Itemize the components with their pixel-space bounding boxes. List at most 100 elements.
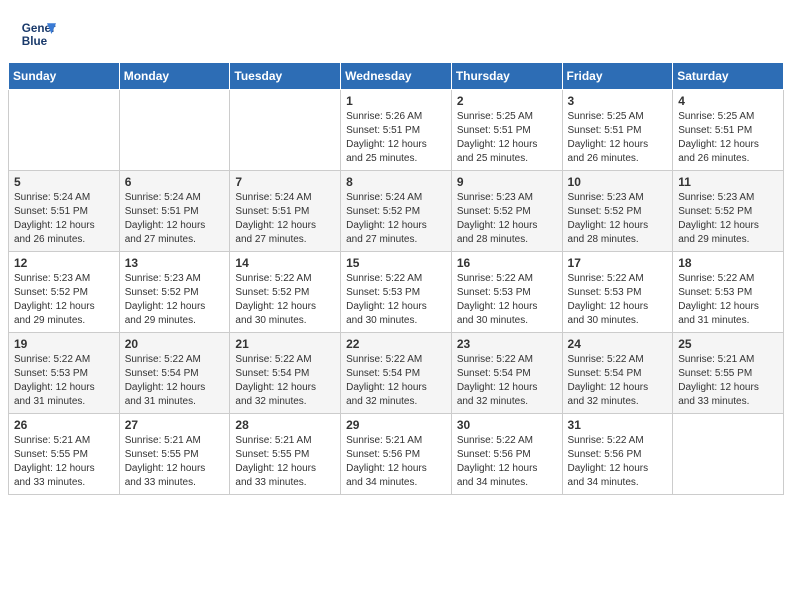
day-info: Sunrise: 5:22 AM Sunset: 5:54 PM Dayligh… [457, 353, 557, 409]
day-info: Sunrise: 5:21 AM Sunset: 5:55 PM Dayligh… [125, 434, 225, 490]
calendar-cell: 9 Sunrise: 5:23 AM Sunset: 5:52 PM Daylig… [451, 171, 562, 252]
day-info: Sunrise: 5:21 AM Sunset: 5:55 PM Dayligh… [678, 353, 778, 409]
day-info: Sunrise: 5:22 AM Sunset: 5:53 PM Dayligh… [14, 353, 114, 409]
calendar-cell: 10Sunrise: 5:23 AM Sunset: 5:52 PM Dayli… [562, 171, 673, 252]
calendar-cell [673, 414, 784, 495]
calendar-body: 1Sunrise: 5:26 AM Sunset: 5:51 PM Daylig… [9, 90, 784, 495]
calendar-cell: 17 Sunrise: 5:22 AM Sunset: 5:53 PM Dayli… [562, 252, 673, 333]
calendar-cell: 23 Sunrise: 5:22 AM Sunset: 5:54 PM Dayli… [451, 333, 562, 414]
day-number: 6 [125, 175, 225, 189]
day-info: Sunrise: 5:24 AM Sunset: 5:52 PM Dayligh… [346, 191, 446, 247]
day-number: 29 [346, 418, 446, 432]
calendar-cell: 31 Sunrise: 5:22 AM Sunset: 5:56 PM Dayli… [562, 414, 673, 495]
day-info: Sunrise: 5:22 AM Sunset: 5:52 PM Dayligh… [235, 272, 335, 328]
calendar-cell: 5Sunrise: 5:24 AM Sunset: 5:51 PM Daylig… [9, 171, 120, 252]
weekday-header-monday: Monday [119, 63, 230, 90]
day-number: 23 [457, 337, 557, 351]
day-info: Sunrise: 5:21 AM Sunset: 5:55 PM Dayligh… [14, 434, 114, 490]
day-info: Sunrise: 5:26 AM Sunset: 5:51 PM Dayligh… [346, 110, 446, 166]
calendar-cell: 25 Sunrise: 5:21 AM Sunset: 5:55 PM Dayli… [673, 333, 784, 414]
day-number: 5 [14, 175, 114, 189]
general-blue-logo-icon: General Blue [20, 16, 56, 52]
day-info: Sunrise: 5:22 AM Sunset: 5:53 PM Dayligh… [678, 272, 778, 328]
logo: General Blue [20, 16, 56, 52]
calendar-cell: 16 Sunrise: 5:22 AM Sunset: 5:53 PM Dayli… [451, 252, 562, 333]
calendar-cell: 28 Sunrise: 5:21 AM Sunset: 5:55 PM Dayli… [230, 414, 341, 495]
calendar-cell: 27 Sunrise: 5:21 AM Sunset: 5:55 PM Dayli… [119, 414, 230, 495]
weekday-header-friday: Friday [562, 63, 673, 90]
calendar-cell: 21 Sunrise: 5:22 AM Sunset: 5:54 PM Dayli… [230, 333, 341, 414]
day-info: Sunrise: 5:24 AM Sunset: 5:51 PM Dayligh… [235, 191, 335, 247]
calendar-cell: 29 Sunrise: 5:21 AM Sunset: 5:56 PM Dayli… [341, 414, 452, 495]
day-number: 4 [678, 94, 778, 108]
day-info: Sunrise: 5:22 AM Sunset: 5:56 PM Dayligh… [568, 434, 668, 490]
day-info: Sunrise: 5:23 AM Sunset: 5:52 PM Dayligh… [14, 272, 114, 328]
calendar-cell: 14 Sunrise: 5:22 AM Sunset: 5:52 PM Dayli… [230, 252, 341, 333]
calendar-week-5: 26 Sunrise: 5:21 AM Sunset: 5:55 PM Dayli… [9, 414, 784, 495]
calendar-cell: 3 Sunrise: 5:25 AM Sunset: 5:51 PM Daylig… [562, 90, 673, 171]
day-number: 14 [235, 256, 335, 270]
day-number: 27 [125, 418, 225, 432]
calendar-cell: 2 Sunrise: 5:25 AM Sunset: 5:51 PM Daylig… [451, 90, 562, 171]
day-number: 31 [568, 418, 668, 432]
day-number: 7 [235, 175, 335, 189]
calendar-cell: 12 Sunrise: 5:23 AM Sunset: 5:52 PM Dayli… [9, 252, 120, 333]
calendar-cell: 7 Sunrise: 5:24 AM Sunset: 5:51 PM Daylig… [230, 171, 341, 252]
day-number: 20 [125, 337, 225, 351]
weekday-header-wednesday: Wednesday [341, 63, 452, 90]
calendar-cell: 1Sunrise: 5:26 AM Sunset: 5:51 PM Daylig… [341, 90, 452, 171]
day-number: 12 [14, 256, 114, 270]
day-number: 9 [457, 175, 557, 189]
calendar-week-2: 5 Sunrise: 5:24 AM Sunset: 5:51 PM Daylig… [9, 171, 784, 252]
day-info: Sunrise: 5:22 AM Sunset: 5:53 PM Dayligh… [457, 272, 557, 328]
day-info: Sunrise: 5:23 AM Sunset: 5:52 PM Dayligh… [125, 272, 225, 328]
day-number: 19 [14, 337, 114, 351]
weekday-header-tuesday: Tuesday [230, 63, 341, 90]
day-number: 2 [457, 94, 557, 108]
day-number: 15 [346, 256, 446, 270]
calendar-cell [230, 90, 341, 171]
day-number: 18 [678, 256, 778, 270]
day-number: 26 [14, 418, 114, 432]
day-info: Sunrise: 5:23 AM Sunset: 5:52 PM Dayligh… [678, 191, 778, 247]
calendar-cell: 6 Sunrise: 5:24 AM Sunset: 5:51 PM Daylig… [119, 171, 230, 252]
calendar-header: SundayMondayTuesdayWednesdayThursdayFrid… [9, 63, 784, 90]
day-info: Sunrise: 5:22 AM Sunset: 5:54 PM Dayligh… [235, 353, 335, 409]
page-header: General Blue [0, 0, 792, 62]
calendar-cell: 13 Sunrise: 5:23 AM Sunset: 5:52 PM Dayli… [119, 252, 230, 333]
day-info: Sunrise: 5:22 AM Sunset: 5:53 PM Dayligh… [346, 272, 446, 328]
day-number: 11 [678, 175, 778, 189]
day-info: Sunrise: 5:23 AM Sunset: 5:52 PM Dayligh… [568, 191, 668, 247]
calendar-cell: 8 Sunrise: 5:24 AM Sunset: 5:52 PM Daylig… [341, 171, 452, 252]
day-number: 24 [568, 337, 668, 351]
day-info: Sunrise: 5:25 AM Sunset: 5:51 PM Dayligh… [568, 110, 668, 166]
day-number: 8 [346, 175, 446, 189]
day-number: 16 [457, 256, 557, 270]
day-number: 13 [125, 256, 225, 270]
day-info: Sunrise: 5:22 AM Sunset: 5:53 PM Dayligh… [568, 272, 668, 328]
day-info: Sunrise: 5:24 AM Sunset: 5:51 PM Dayligh… [125, 191, 225, 247]
day-info: Sunrise: 5:23 AM Sunset: 5:52 PM Dayligh… [457, 191, 557, 247]
day-number: 17 [568, 256, 668, 270]
calendar-cell: 26 Sunrise: 5:21 AM Sunset: 5:55 PM Dayli… [9, 414, 120, 495]
calendar-cell: 4Sunrise: 5:25 AM Sunset: 5:51 PM Daylig… [673, 90, 784, 171]
day-number: 21 [235, 337, 335, 351]
calendar-week-4: 19 Sunrise: 5:22 AM Sunset: 5:53 PM Dayli… [9, 333, 784, 414]
day-number: 28 [235, 418, 335, 432]
calendar-cell: 24 Sunrise: 5:22 AM Sunset: 5:54 PM Dayli… [562, 333, 673, 414]
calendar-cell: 22Sunrise: 5:22 AM Sunset: 5:54 PM Dayli… [341, 333, 452, 414]
calendar-cell: 18 Sunrise: 5:22 AM Sunset: 5:53 PM Dayli… [673, 252, 784, 333]
day-info: Sunrise: 5:22 AM Sunset: 5:56 PM Dayligh… [457, 434, 557, 490]
day-info: Sunrise: 5:25 AM Sunset: 5:51 PM Dayligh… [457, 110, 557, 166]
day-info: Sunrise: 5:22 AM Sunset: 5:54 PM Dayligh… [568, 353, 668, 409]
calendar-wrapper: SundayMondayTuesdayWednesdayThursdayFrid… [0, 62, 792, 503]
day-number: 3 [568, 94, 668, 108]
calendar-table: SundayMondayTuesdayWednesdayThursdayFrid… [8, 62, 784, 495]
calendar-cell: 11 Sunrise: 5:23 AM Sunset: 5:52 PM Dayli… [673, 171, 784, 252]
day-number: 25 [678, 337, 778, 351]
calendar-week-3: 12 Sunrise: 5:23 AM Sunset: 5:52 PM Dayli… [9, 252, 784, 333]
day-info: Sunrise: 5:21 AM Sunset: 5:55 PM Dayligh… [235, 434, 335, 490]
weekday-header-row: SundayMondayTuesdayWednesdayThursdayFrid… [9, 63, 784, 90]
day-info: Sunrise: 5:21 AM Sunset: 5:56 PM Dayligh… [346, 434, 446, 490]
weekday-header-saturday: Saturday [673, 63, 784, 90]
